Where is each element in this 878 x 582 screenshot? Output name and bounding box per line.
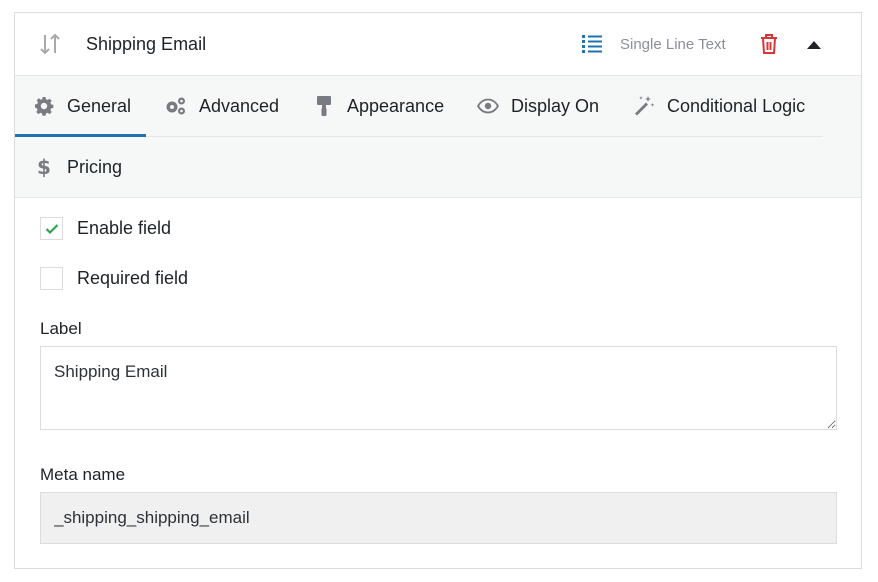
eye-icon [477,95,499,117]
field-header[interactable]: Shipping Email Single Line Text [15,13,861,76]
trash-icon[interactable] [759,33,779,55]
sort-arrows-icon[interactable] [37,32,63,56]
label-textarea[interactable]: Shipping Email [40,346,837,430]
enable-field-row: Enable field [40,217,171,240]
tab-appearance[interactable]: Appearance [313,76,444,136]
tab-display-on[interactable]: Display On [477,76,599,136]
tab-label: Display On [511,95,600,116]
magic-wand-icon [633,95,655,117]
enable-field-checkbox[interactable] [40,217,63,240]
settings-tabs: General Advanced Appearance Display On C… [15,76,861,198]
field-type-label: Single Line Text [620,36,726,53]
tab-label: Pricing [67,156,123,177]
tab-label: Advanced [199,95,280,116]
gears-icon [165,95,187,117]
tab-label: General [67,95,132,116]
meta-name-label: Meta name [40,465,126,484]
field-editor-card: Shipping Email Single Line Text General … [14,12,862,569]
required-field-label: Required field [77,268,189,288]
label-field-label: Label [40,319,82,338]
tab-label: Conditional Logic [667,95,806,116]
required-field-row: Required field [40,267,188,290]
tab-row: General Advanced Appearance Display On C… [15,76,823,137]
meta-name-input[interactable] [40,492,837,544]
paint-roller-icon [313,95,335,117]
caret-up-icon[interactable] [807,41,821,49]
tab-advanced[interactable]: Advanced [165,76,279,136]
enable-field-label: Enable field [77,218,172,238]
tab-label: Appearance [347,95,445,116]
tab-general[interactable]: General [15,76,146,137]
gear-icon [33,95,55,117]
check-icon [45,223,58,234]
tab-pricing[interactable]: $ Pricing [33,137,122,197]
required-field-checkbox[interactable] [40,267,63,290]
tab-conditional-logic[interactable]: Conditional Logic [633,76,805,136]
list-icon [581,33,603,55]
dollar-icon: $ [37,155,51,179]
field-title: Shipping Email [86,34,207,54]
